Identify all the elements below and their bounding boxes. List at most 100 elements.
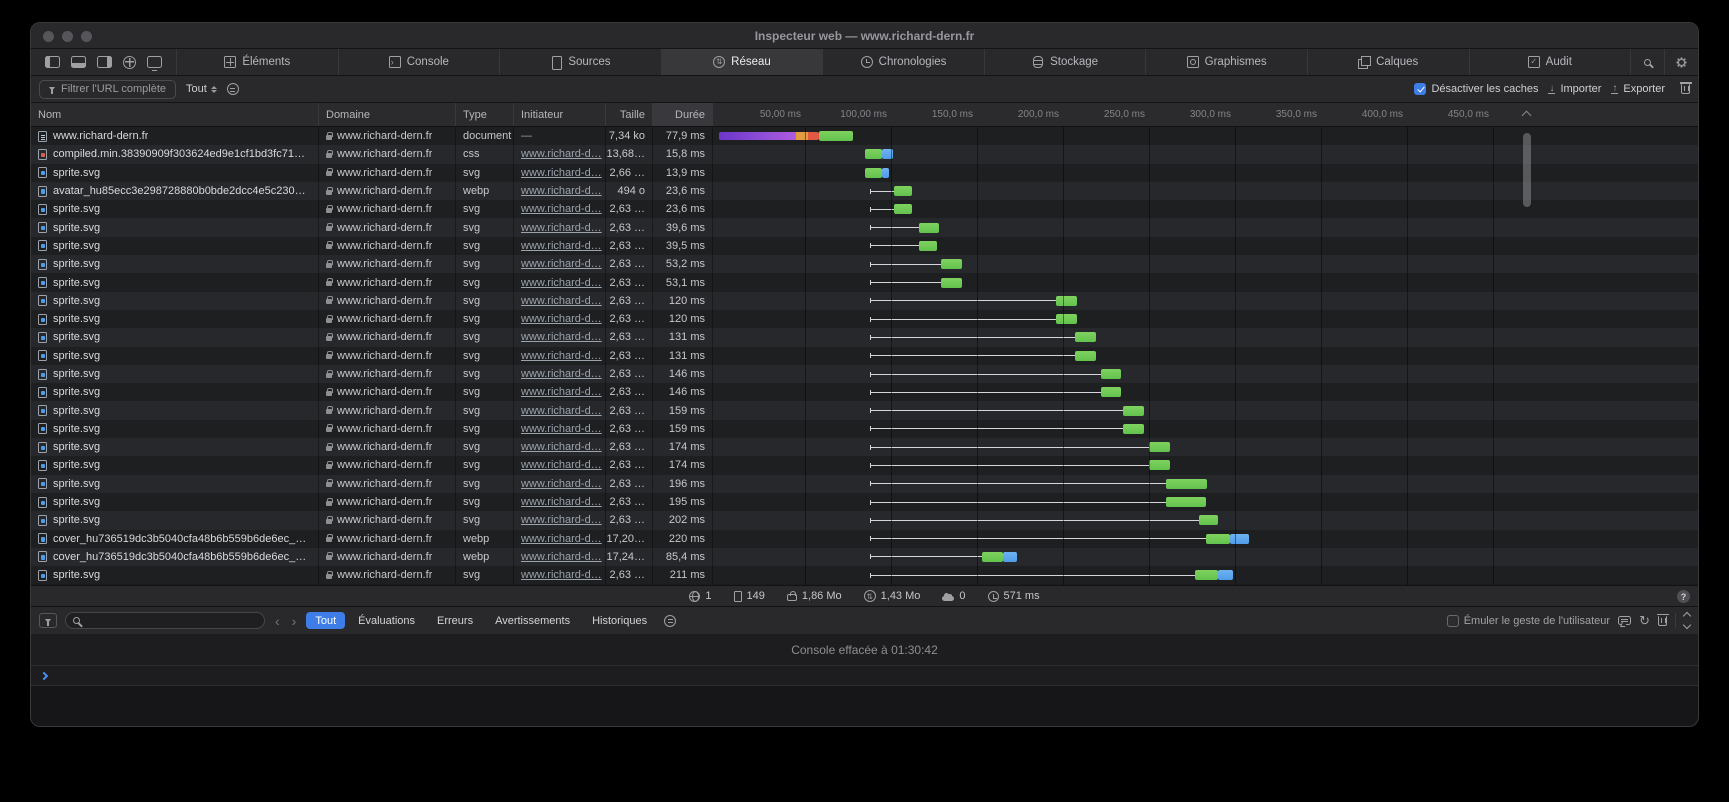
table-row[interactable]: sprite.svgwww.richard-dern.frsvgwww.rich… <box>31 310 1698 328</box>
table-row[interactable]: sprite.svgwww.richard-dern.frsvgwww.rich… <box>31 493 1698 511</box>
settings-button[interactable] <box>1664 49 1698 75</box>
reload-icon[interactable]: ↻ <box>1639 614 1650 627</box>
request-initiator[interactable]: www.richard-d… <box>514 566 606 584</box>
column-header-initiateur[interactable]: Initiateur <box>514 103 606 126</box>
console-search-input[interactable] <box>65 612 265 629</box>
emulate-user-gesture-checkbox[interactable]: Émuler le geste de l'utilisateur <box>1447 615 1610 627</box>
request-initiator[interactable]: www.richard-d… <box>514 420 606 438</box>
table-row[interactable]: sprite.svgwww.richard-dern.frsvgwww.rich… <box>31 218 1698 236</box>
request-initiator[interactable]: www.richard-d… <box>514 493 606 511</box>
import-button[interactable]: ↓ Importer <box>1548 83 1601 95</box>
console-tab-historiques[interactable]: Historiques <box>583 612 656 629</box>
table-row[interactable]: sprite.svgwww.richard-dern.frsvgwww.rich… <box>31 292 1698 310</box>
request-initiator[interactable]: www.richard-d… <box>514 145 606 163</box>
table-row[interactable]: sprite.svgwww.richard-dern.frsvgwww.rich… <box>31 365 1698 383</box>
request-initiator[interactable]: www.richard-d… <box>514 383 606 401</box>
tab-sources[interactable]: Sources <box>499 49 661 75</box>
tab-audit[interactable]: Audit <box>1469 49 1631 75</box>
table-row[interactable]: sprite.svgwww.richard-dern.frsvgwww.rich… <box>31 438 1698 456</box>
column-header-taille[interactable]: Taille <box>606 103 653 126</box>
tab-layers[interactable]: Calques <box>1307 49 1469 75</box>
console-prompt[interactable] <box>31 665 1698 686</box>
table-row[interactable]: sprite.svgwww.richard-dern.frsvgwww.rich… <box>31 273 1698 291</box>
resource-type-select[interactable]: Tout <box>186 83 217 95</box>
console-tab-avertissements[interactable]: Avertissements <box>486 612 579 629</box>
filter-options-icon[interactable] <box>227 83 239 95</box>
dock-right-icon[interactable] <box>97 56 112 68</box>
tab-console[interactable]: Console <box>338 49 500 75</box>
filter-url-button[interactable]: Filtrer l'URL complète <box>39 80 176 99</box>
element-picker-icon[interactable] <box>123 56 136 69</box>
table-row[interactable]: sprite.svgwww.richard-dern.frsvgwww.rich… <box>31 401 1698 419</box>
table-row[interactable]: sprite.svgwww.richard-dern.frsvgwww.rich… <box>31 200 1698 218</box>
column-header-domaine[interactable]: Domaine <box>319 103 456 126</box>
export-button[interactable]: ↑ Exporter <box>1611 83 1665 95</box>
table-row[interactable]: avatar_hu85ecc3e298728880b0bde2dcc4e5c23… <box>31 182 1698 200</box>
console-tab-erreurs[interactable]: Erreurs <box>428 612 482 629</box>
table-row[interactable]: sprite.svgwww.richard-dern.frsvgwww.rich… <box>31 328 1698 346</box>
vertical-scrollbar[interactable] <box>1523 133 1531 207</box>
request-initiator[interactable]: www.richard-d… <box>514 164 606 182</box>
table-row[interactable]: cover_hu736519dc3b5040cfa48b6b559b6de6ec… <box>31 530 1698 548</box>
clear-network-trash-icon[interactable] <box>1681 84 1690 94</box>
table-row[interactable]: sprite.svgwww.richard-dern.frsvgwww.rich… <box>31 255 1698 273</box>
table-row[interactable]: compiled.min.38390909f303624ed9e1cf1bd3f… <box>31 145 1698 163</box>
console-tab-évaluations[interactable]: Évaluations <box>349 612 424 629</box>
request-initiator[interactable]: www.richard-d… <box>514 511 606 529</box>
navigate-back-button[interactable]: ‹ <box>273 614 282 628</box>
request-initiator[interactable]: www.richard-d… <box>514 218 606 236</box>
request-initiator[interactable]: www.richard-d… <box>514 273 606 291</box>
tab-storage[interactable]: Stockage <box>984 49 1146 75</box>
tab-timelines[interactable]: Chronologies <box>822 49 984 75</box>
request-initiator[interactable]: www.richard-d… <box>514 237 606 255</box>
tab-elements[interactable]: Éléments <box>176 49 338 75</box>
request-initiator[interactable]: www.richard-d… <box>514 292 606 310</box>
console-filter-button[interactable] <box>39 613 57 628</box>
svg-file-icon <box>38 405 47 416</box>
console-messages-icon[interactable] <box>1618 616 1631 625</box>
dock-side-icon[interactable] <box>45 56 60 68</box>
close-window-button[interactable] <box>43 31 54 42</box>
request-initiator[interactable]: www.richard-d… <box>514 456 606 474</box>
column-header-type[interactable]: Type <box>456 103 514 126</box>
table-row[interactable]: sprite.svgwww.richard-dern.frsvgwww.rich… <box>31 511 1698 529</box>
table-row[interactable]: www.richard-dern.frwww.richard-dern.frdo… <box>31 127 1698 145</box>
table-row[interactable]: sprite.svgwww.richard-dern.frsvgwww.rich… <box>31 347 1698 365</box>
request-initiator[interactable]: www.richard-d… <box>514 548 606 566</box>
request-initiator[interactable]: www.richard-d… <box>514 310 606 328</box>
help-icon[interactable]: ? <box>1677 590 1690 603</box>
column-header-duree[interactable]: Durée <box>653 103 713 126</box>
table-row[interactable]: sprite.svgwww.richard-dern.frsvgwww.rich… <box>31 383 1698 401</box>
console-tab-tout[interactable]: Tout <box>306 612 345 629</box>
table-row[interactable]: sprite.svgwww.richard-dern.frsvgwww.rich… <box>31 164 1698 182</box>
request-initiator[interactable]: www.richard-d… <box>514 328 606 346</box>
table-row[interactable]: cover_hu736519dc3b5040cfa48b6b559b6de6ec… <box>31 548 1698 566</box>
table-row[interactable]: sprite.svgwww.richard-dern.frsvgwww.rich… <box>31 420 1698 438</box>
search-button[interactable] <box>1630 49 1664 75</box>
request-initiator[interactable]: www.richard-d… <box>514 365 606 383</box>
console-options-icon[interactable] <box>664 615 676 627</box>
clear-console-trash-icon[interactable] <box>1658 616 1667 626</box>
disable-caches-checkbox[interactable]: Désactiver les caches <box>1414 83 1538 95</box>
table-row[interactable]: sprite.svgwww.richard-dern.frsvgwww.rich… <box>31 456 1698 474</box>
request-initiator[interactable]: www.richard-d… <box>514 401 606 419</box>
request-initiator[interactable]: www.richard-d… <box>514 182 606 200</box>
tab-network[interactable]: Réseau <box>661 49 823 75</box>
table-row[interactable]: sprite.svgwww.richard-dern.frsvgwww.rich… <box>31 566 1698 584</box>
navigate-forward-button[interactable]: › <box>290 614 299 628</box>
column-header-nom[interactable]: Nom <box>31 103 319 126</box>
request-initiator[interactable]: www.richard-d… <box>514 438 606 456</box>
request-initiator[interactable]: www.richard-d… <box>514 200 606 218</box>
table-row[interactable]: sprite.svgwww.richard-dern.frsvgwww.rich… <box>31 475 1698 493</box>
request-initiator[interactable]: www.richard-d… <box>514 530 606 548</box>
request-initiator[interactable]: www.richard-d… <box>514 255 606 273</box>
minimize-window-button[interactable] <box>62 31 73 42</box>
tab-graphics[interactable]: Graphismes <box>1145 49 1307 75</box>
zoom-window-button[interactable] <box>81 31 92 42</box>
table-row[interactable]: sprite.svgwww.richard-dern.frsvgwww.rich… <box>31 237 1698 255</box>
expand-collapse-console-control[interactable] <box>1675 613 1690 628</box>
request-initiator[interactable]: www.richard-d… <box>514 475 606 493</box>
device-icon[interactable] <box>147 56 162 68</box>
dock-bottom-icon[interactable] <box>71 56 86 68</box>
request-initiator[interactable]: www.richard-d… <box>514 347 606 365</box>
